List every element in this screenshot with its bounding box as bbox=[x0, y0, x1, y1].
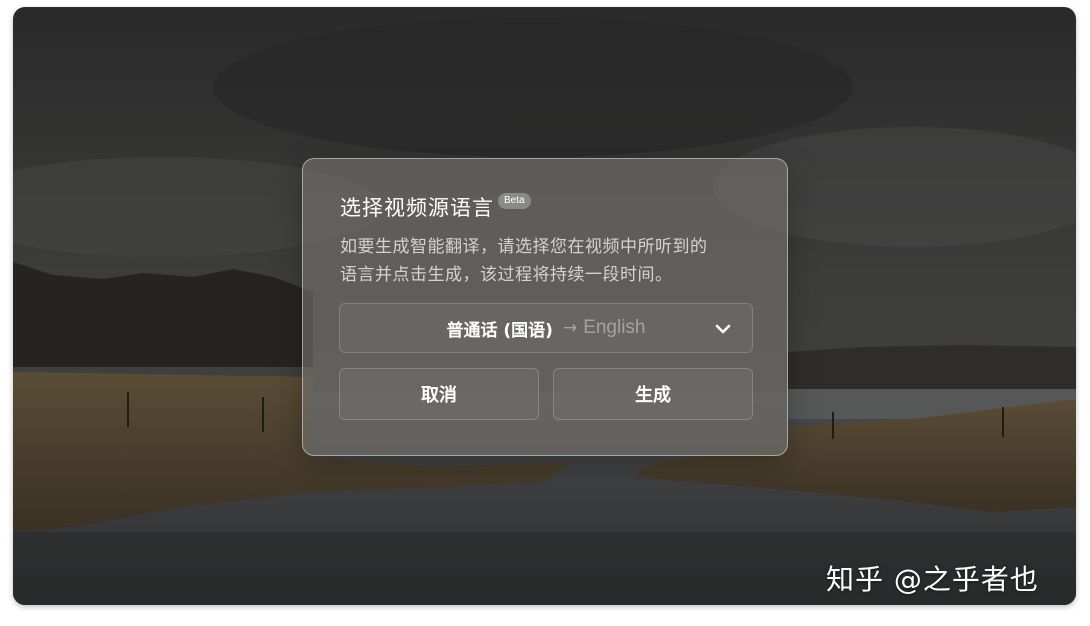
generate-button[interactable]: 生成 bbox=[553, 368, 753, 420]
dialog-title: 选择视频源语言 bbox=[340, 196, 494, 220]
arrow-right-icon: → bbox=[562, 318, 578, 338]
source-language-select[interactable]: 普通话 (国语) → English bbox=[339, 303, 753, 353]
description-line-2: 语言并点击生成，该过程将持续一段时间。 bbox=[340, 265, 673, 285]
app-window: 选择视频源语言 Beta 如要生成智能翻译，请选择您在视频中所听到的 语言并点击… bbox=[13, 7, 1076, 605]
description-line-1: 如要生成智能翻译，请选择您在视频中所听到的 bbox=[340, 237, 708, 257]
watermark-text: 知乎 @之乎者也 bbox=[826, 563, 1039, 596]
dialog-description: 如要生成智能翻译，请选择您在视频中所听到的 语言并点击生成，该过程将持续一段时间… bbox=[340, 233, 760, 289]
dialog-title-row: 选择视频源语言 Beta bbox=[340, 193, 531, 223]
beta-badge: Beta bbox=[498, 193, 531, 209]
target-language: English bbox=[583, 317, 646, 338]
chevron-down-icon[interactable] bbox=[714, 320, 732, 338]
selected-source-language: 普通话 (国语) bbox=[446, 320, 553, 341]
language-select-dialog: 选择视频源语言 Beta 如要生成智能翻译，请选择您在视频中所听到的 语言并点击… bbox=[302, 158, 788, 456]
cancel-button[interactable]: 取消 bbox=[339, 368, 539, 420]
